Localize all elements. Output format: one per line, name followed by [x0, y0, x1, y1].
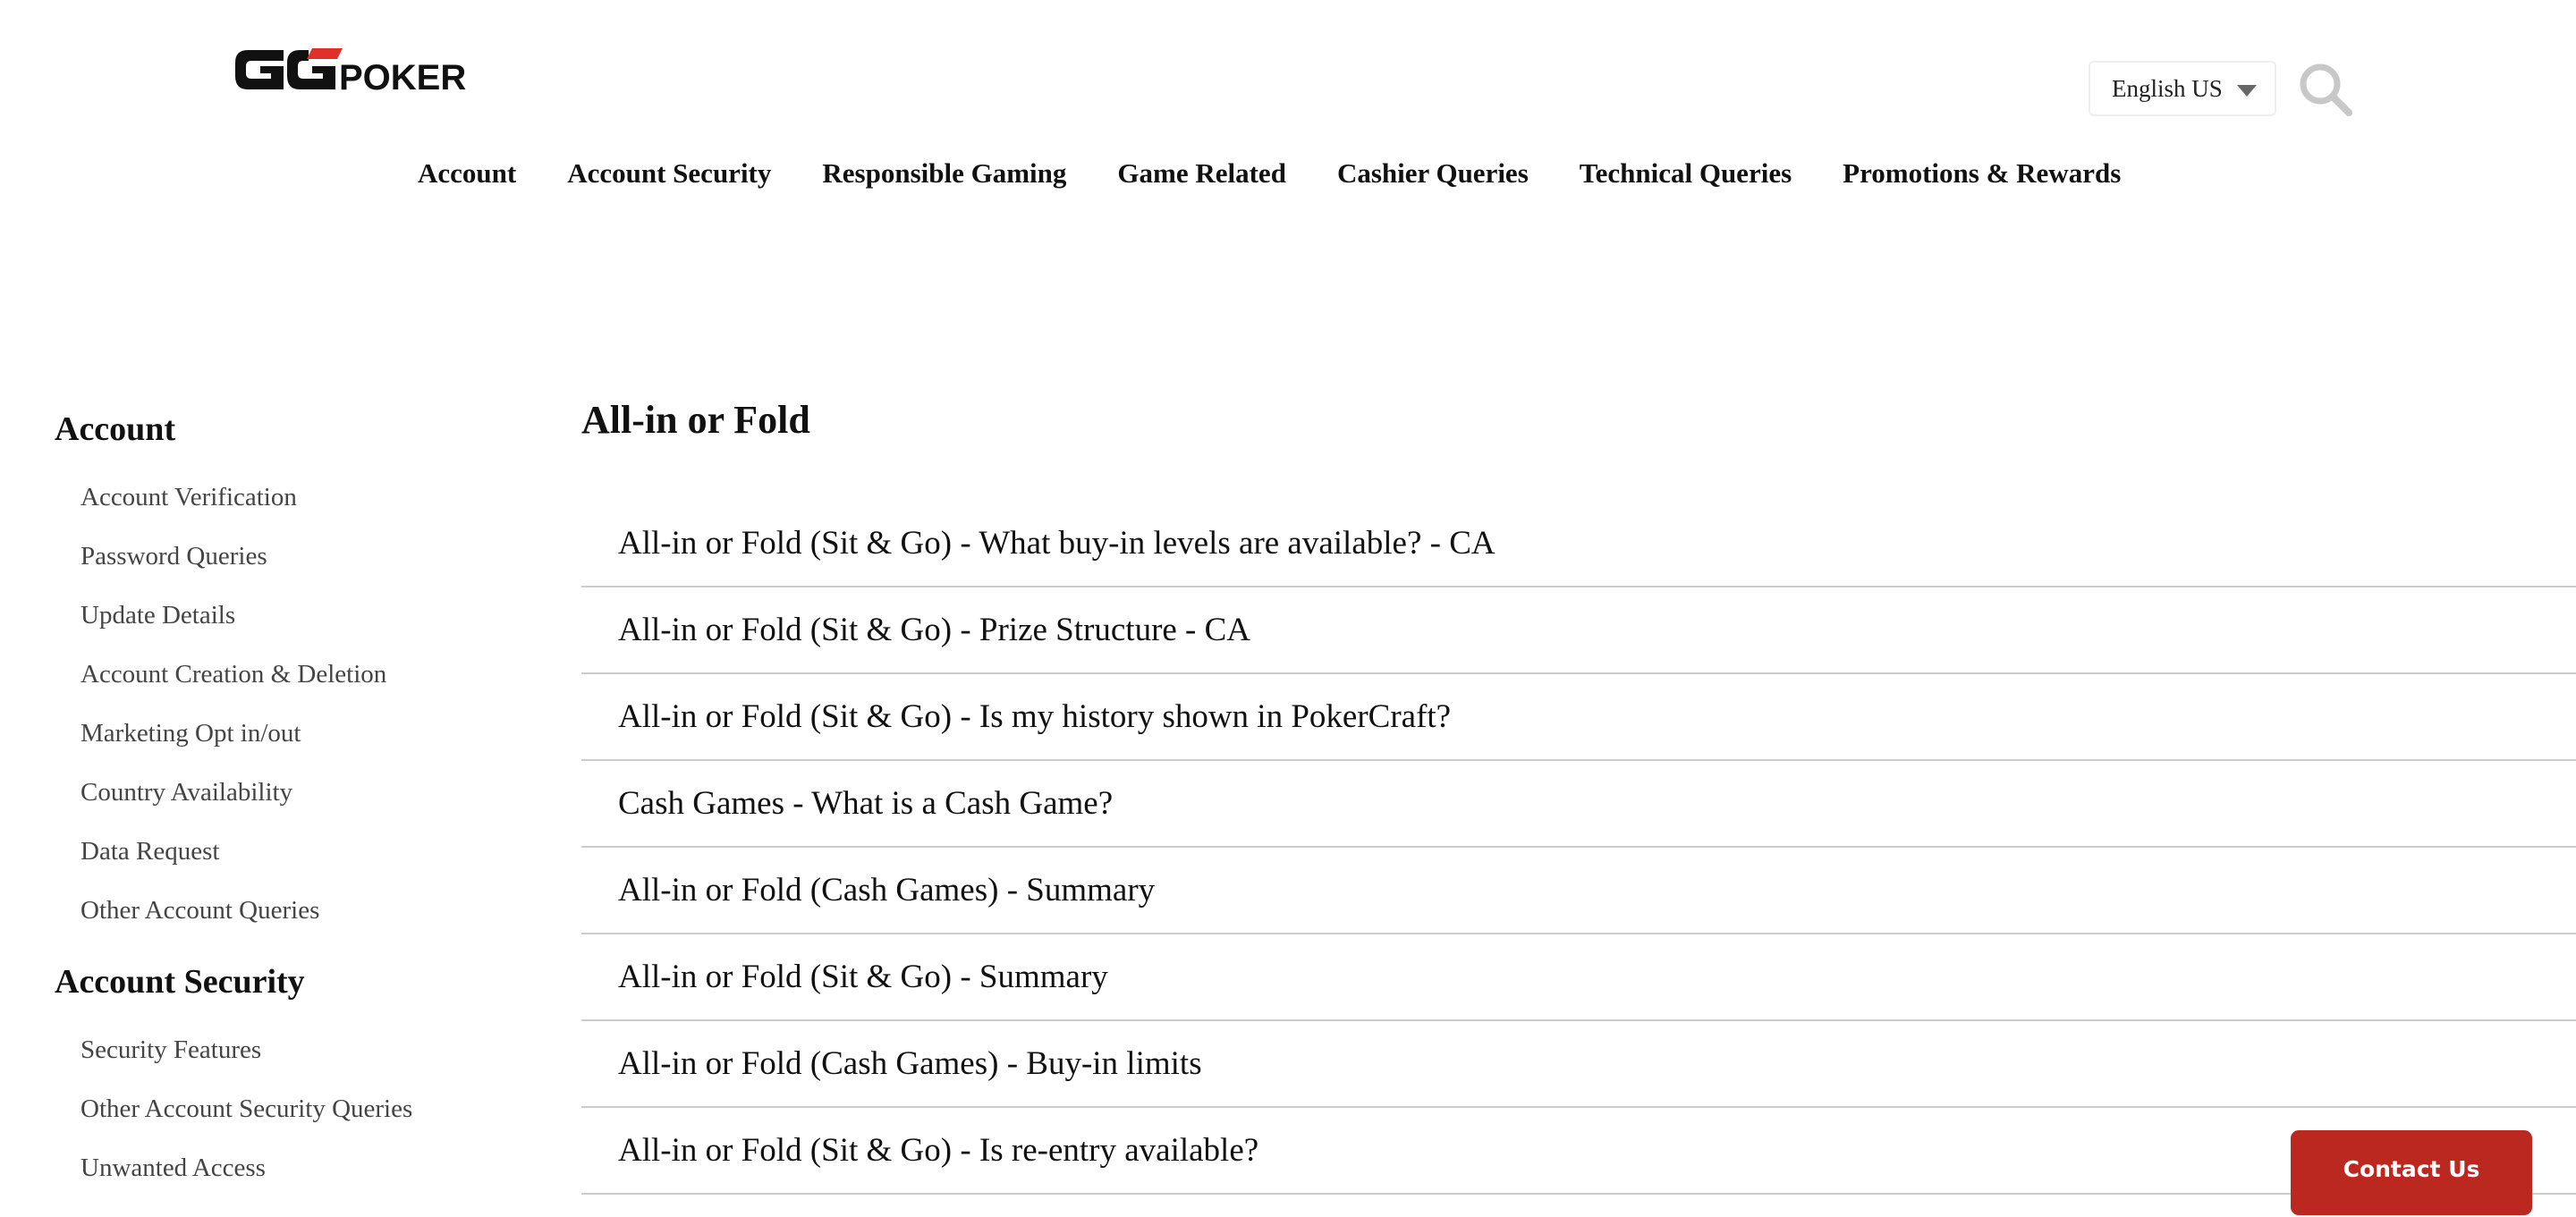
article-link[interactable]: All-in or Fold (Sit & Go) - Prize Struct…: [581, 587, 2576, 674]
nav-responsible-gaming[interactable]: Responsible Gaming: [822, 157, 1066, 190]
sidebar-heading-account[interactable]: Account: [55, 407, 520, 452]
nav-account-security[interactable]: Account Security: [567, 157, 771, 190]
sidebar-item[interactable]: Security Features: [80, 1020, 520, 1079]
language-select[interactable]: English US: [2089, 61, 2276, 116]
language-selected: English US: [2112, 74, 2223, 102]
sidebar-item[interactable]: Update Details: [80, 586, 520, 645]
search-icon[interactable]: [2297, 61, 2354, 118]
article-link[interactable]: All-in or Fold (Sit & Go) - Is re-entry …: [581, 1108, 2576, 1195]
sidebar-heading-account-security[interactable]: Account Security: [55, 959, 520, 1004]
page-title: All-in or Fold: [581, 398, 810, 442]
nav-game-related[interactable]: Game Related: [1117, 157, 1286, 190]
article-link[interactable]: All-in or Fold (Cash Games) - Summary: [581, 848, 2576, 934]
sidebar-item[interactable]: Other Account Security Queries: [80, 1079, 520, 1138]
caret-down-icon: [2237, 85, 2257, 97]
nav-cashier-queries[interactable]: Cashier Queries: [1337, 157, 1529, 190]
article-link[interactable]: All-in or Fold (Sit & Go) - Is my histor…: [581, 674, 2576, 761]
sidebar-item[interactable]: Account Creation & Deletion: [80, 645, 520, 704]
contact-us-button[interactable]: Contact Us: [2291, 1130, 2532, 1215]
article-link[interactable]: All-in or Fold (Sit & Go) - Summary: [581, 934, 2576, 1021]
svg-text:POKER: POKER: [339, 58, 466, 97]
sidebar-item[interactable]: Data Request: [80, 822, 520, 881]
sidebar: Account Account Verification Password Qu…: [55, 407, 520, 1217]
sidebar-item[interactable]: Account Verification: [80, 468, 520, 527]
nav-technical-queries[interactable]: Technical Queries: [1580, 157, 1792, 190]
nav-promotions-rewards[interactable]: Promotions & Rewards: [1843, 157, 2121, 190]
sidebar-item[interactable]: Password Queries: [80, 527, 520, 586]
sidebar-item[interactable]: Other Account Queries: [80, 881, 520, 940]
sidebar-item[interactable]: Unwanted Access: [80, 1138, 520, 1197]
sidebar-item[interactable]: Country Availability: [80, 763, 520, 822]
article-link[interactable]: All-in or Fold (Cash Games) - Buy-in lim…: [581, 1021, 2576, 1108]
nav-account[interactable]: Account: [418, 157, 516, 190]
article-list: All-in or Fold (Sit & Go) - What buy-in …: [581, 501, 2576, 1195]
main-nav: Account Account Security Responsible Gam…: [418, 157, 2121, 190]
ggpoker-logo[interactable]: POKER: [230, 36, 534, 104]
main-content: All-in or Fold All-in or Fold (Sit & Go)…: [581, 393, 2576, 1195]
article-link[interactable]: Cash Games - What is a Cash Game?: [581, 761, 2576, 848]
sidebar-item[interactable]: Marketing Opt in/out: [80, 704, 520, 763]
article-link[interactable]: All-in or Fold (Sit & Go) - What buy-in …: [581, 501, 2576, 587]
